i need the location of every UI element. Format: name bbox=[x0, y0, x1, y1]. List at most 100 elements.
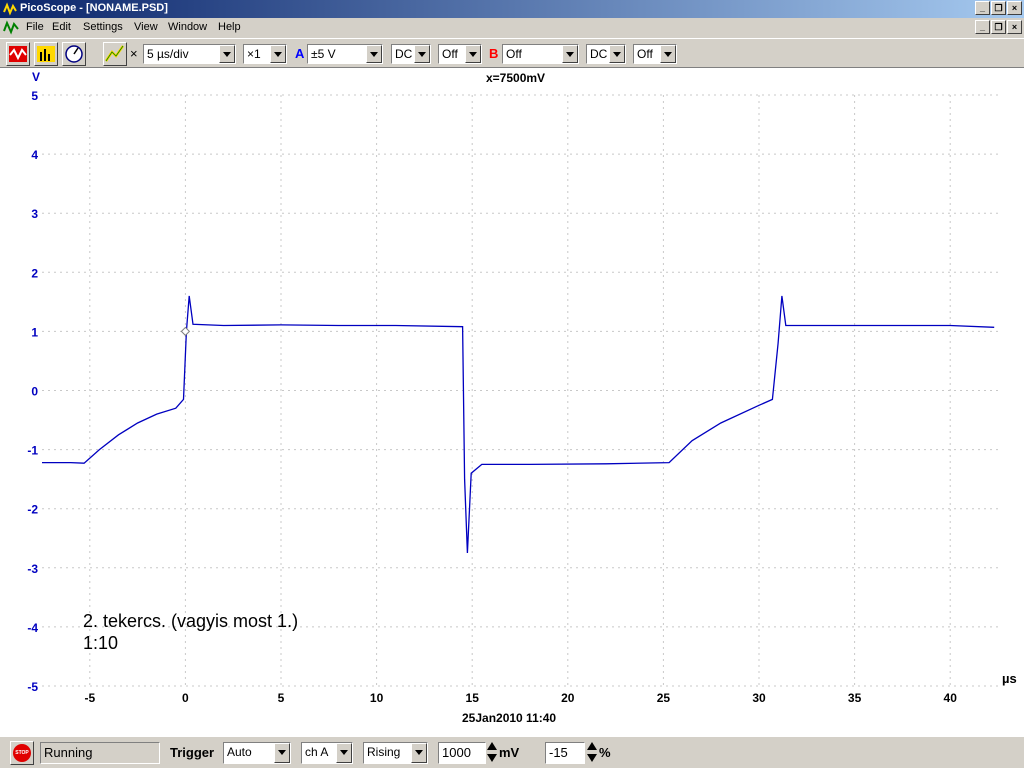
chevron-down-icon[interactable] bbox=[414, 45, 430, 63]
doc-restore-button[interactable]: ❐ bbox=[991, 20, 1006, 34]
trace-mode-button[interactable] bbox=[103, 42, 127, 66]
x-tick-label: -5 bbox=[84, 691, 95, 705]
menu-help[interactable]: Help bbox=[218, 21, 241, 33]
spin-down-icon[interactable] bbox=[587, 754, 597, 762]
scope-display[interactable]: 5 4 3 2 1 0 -1 -2 -3 -4 -5 -5 0 5 10 15 20 25 30 35 40 V µs… bbox=[0, 68, 1024, 736]
spin-up-icon[interactable] bbox=[487, 742, 497, 750]
y-tick-label: 2 bbox=[31, 266, 38, 280]
pretrigger-input[interactable]: -15 bbox=[545, 742, 585, 764]
chevron-down-icon[interactable] bbox=[562, 45, 578, 63]
channel-a-coupling-select[interactable]: DC bbox=[391, 44, 431, 64]
spectrum-bars-icon bbox=[37, 46, 55, 62]
trigger-mode-value: Auto bbox=[227, 745, 252, 759]
menu-view[interactable]: View bbox=[134, 21, 158, 33]
minimize-button[interactable]: _ bbox=[975, 1, 990, 15]
menu-settings[interactable]: Settings bbox=[83, 21, 123, 33]
scope-mode-button[interactable] bbox=[6, 42, 30, 66]
close-button[interactable]: × bbox=[1007, 1, 1022, 15]
chevron-down-icon[interactable] bbox=[336, 743, 352, 763]
stop-icon: STOP bbox=[13, 744, 31, 762]
pretrigger-unit: % bbox=[599, 745, 611, 760]
y-axis-ticks: 5 4 3 2 1 0 -1 -2 -3 -4 -5 bbox=[27, 89, 38, 694]
x-axis-unit: µs bbox=[1002, 671, 1017, 686]
y-tick-label: -2 bbox=[27, 503, 38, 517]
channel-b-range-select[interactable]: Off bbox=[502, 44, 579, 64]
spin-down-icon[interactable] bbox=[487, 754, 497, 762]
document-icon[interactable] bbox=[3, 20, 19, 35]
picoscope-logo-icon bbox=[3, 2, 17, 16]
y-tick-label: 5 bbox=[31, 89, 38, 103]
stop-button[interactable]: STOP bbox=[10, 741, 34, 765]
meter-mode-button[interactable] bbox=[62, 42, 86, 66]
meter-dial-icon bbox=[65, 45, 83, 63]
scope-wave-icon bbox=[9, 46, 27, 62]
channel-b-coupling-value: DC bbox=[590, 47, 608, 61]
timestamp: 25Jan2010 11:40 bbox=[462, 711, 556, 725]
cursor-readout: x=7500mV bbox=[486, 71, 545, 85]
status-bar: STOP Running Trigger Auto ch A Rising 10… bbox=[0, 736, 1024, 768]
pretrigger-spinner[interactable] bbox=[587, 742, 597, 764]
channel-b-extra-select[interactable]: Off bbox=[633, 44, 677, 64]
timebase-value: 5 µs/div bbox=[147, 47, 189, 61]
trigger-label: Trigger bbox=[170, 745, 215, 760]
doc-minimize-button[interactable]: _ bbox=[975, 20, 990, 34]
channel-a-extra-value: Off bbox=[442, 47, 458, 61]
x-tick-label: 15 bbox=[466, 691, 480, 705]
channel-b-extra-value: Off bbox=[637, 47, 653, 61]
annotation-text: 2. tekercs. (vagyis most 1.) 1:10 bbox=[83, 610, 298, 654]
menu-window[interactable]: Window bbox=[168, 21, 207, 33]
channel-a-label: A bbox=[295, 46, 305, 61]
trigger-level-input[interactable]: 1000 bbox=[438, 742, 486, 764]
chevron-down-icon[interactable] bbox=[660, 45, 676, 63]
x-tick-label: 35 bbox=[848, 691, 862, 705]
trigger-channel-value: ch A bbox=[305, 745, 329, 759]
trigger-level-unit: mV bbox=[499, 745, 520, 760]
y-tick-label: -3 bbox=[27, 562, 38, 576]
y-tick-label: 3 bbox=[31, 207, 38, 221]
lightning-trace-icon bbox=[104, 45, 125, 62]
y-tick-label: -4 bbox=[27, 621, 38, 635]
chevron-down-icon[interactable] bbox=[366, 45, 382, 63]
y-tick-label: -1 bbox=[27, 444, 38, 458]
spectrum-mode-button[interactable] bbox=[34, 42, 58, 66]
chevron-down-icon[interactable] bbox=[411, 743, 427, 763]
trigger-mode-select[interactable]: Auto bbox=[223, 742, 291, 764]
trigger-level-spinner[interactable] bbox=[487, 742, 497, 764]
trigger-edge-select[interactable]: Rising bbox=[363, 742, 428, 764]
chevron-down-icon[interactable] bbox=[274, 743, 290, 763]
menu-file[interactable]: File bbox=[26, 21, 44, 33]
maximize-button[interactable]: ❐ bbox=[991, 1, 1006, 15]
window-title: PicoScope - [NONAME.PSD] bbox=[20, 2, 168, 14]
y-tick-label: -5 bbox=[27, 680, 38, 694]
channel-a-range-select[interactable]: ±5 V bbox=[307, 44, 383, 64]
scope-grid bbox=[42, 94, 998, 687]
x-tick-label: 0 bbox=[182, 691, 189, 705]
annotation-line-2: 1:10 bbox=[83, 633, 119, 653]
channel-a-extra-select[interactable]: Off bbox=[438, 44, 482, 64]
x-tick-label: 40 bbox=[944, 691, 958, 705]
y-tick-label: 4 bbox=[31, 148, 38, 162]
chevron-down-icon[interactable] bbox=[270, 45, 286, 63]
menu-edit[interactable]: Edit bbox=[52, 21, 71, 33]
trigger-channel-select[interactable]: ch A bbox=[301, 742, 353, 764]
x-axis-ticks: -5 0 5 10 15 20 25 30 35 40 bbox=[84, 691, 957, 705]
channel-b-label: B bbox=[489, 46, 499, 61]
chevron-down-icon[interactable] bbox=[609, 45, 625, 63]
multiplier-select[interactable]: ×1 bbox=[243, 44, 287, 64]
chevron-down-icon[interactable] bbox=[219, 45, 235, 63]
timebase-select[interactable]: 5 µs/div bbox=[143, 44, 236, 64]
multiplier-value: ×1 bbox=[247, 47, 261, 61]
menu-bar: File Edit Settings View Window Help _ ❐ … bbox=[0, 18, 1024, 37]
x-tick-label: 20 bbox=[561, 691, 575, 705]
spin-up-icon[interactable] bbox=[587, 742, 597, 750]
y-tick-label: 0 bbox=[31, 385, 38, 399]
channel-b-coupling-select[interactable]: DC bbox=[586, 44, 626, 64]
channel-a-coupling-value: DC bbox=[395, 47, 413, 61]
trigger-marker-icon[interactable] bbox=[180, 326, 191, 337]
channel-b-range-value: Off bbox=[506, 47, 522, 61]
doc-close-button[interactable]: × bbox=[1007, 20, 1022, 34]
chevron-down-icon[interactable] bbox=[465, 45, 481, 63]
y-axis-unit: V bbox=[32, 70, 40, 84]
run-status: Running bbox=[40, 742, 160, 764]
x-tick-label: 5 bbox=[278, 691, 285, 705]
